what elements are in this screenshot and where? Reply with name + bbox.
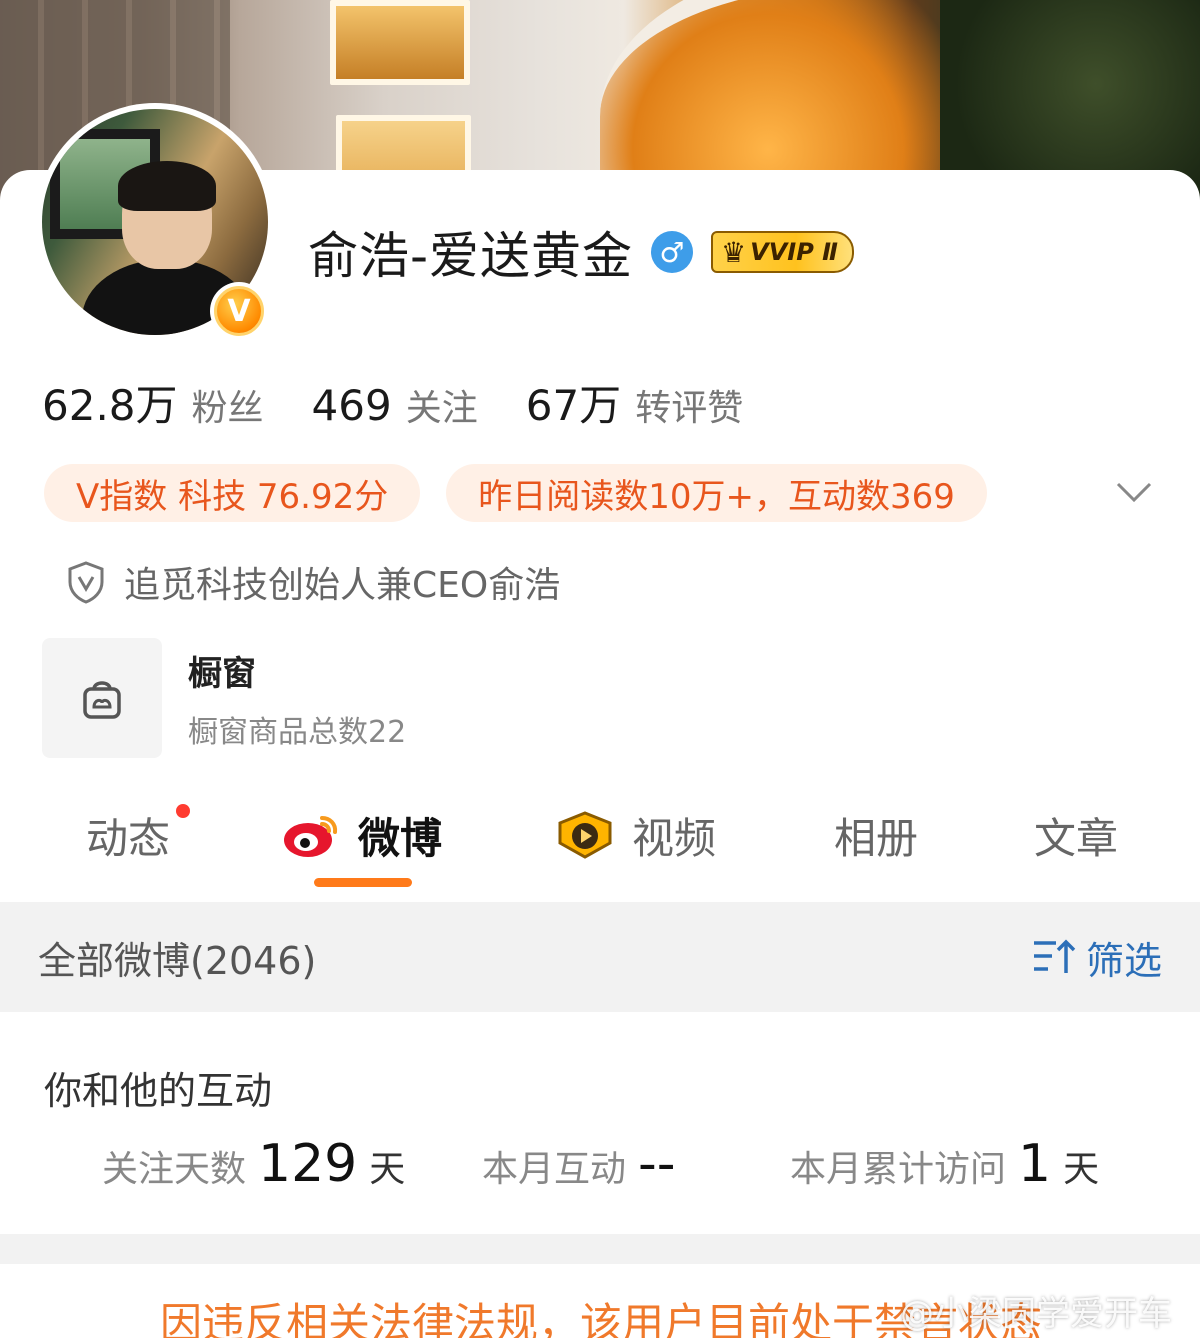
filter-label: 筛选 <box>1085 938 1162 983</box>
watermark: @小梁同学爱开车 <box>900 1294 1172 1334</box>
interaction-month-activity: 本月互动 -- <box>482 1134 676 1194</box>
tab-label: 相册 <box>834 813 919 863</box>
stat-label: 关注 <box>405 388 478 429</box>
tab-dynamics[interactable]: 动态 <box>86 790 190 880</box>
interaction-label: 本月累计访问 <box>790 1149 1007 1190</box>
section-divider <box>0 1234 1200 1264</box>
v-index-chip[interactable]: V指数 科技 76.92分 <box>44 464 421 522</box>
reading-stats-chip[interactable]: 昨日阅读数10万+，互动数369 <box>446 464 987 522</box>
shopping-bag-icon <box>83 681 121 719</box>
tab-label: 视频 <box>632 813 717 863</box>
avatar-hair <box>118 161 216 211</box>
stats-row: 62.8万 粉丝 469 关注 67万 转评赞 <box>42 372 791 433</box>
shop-window[interactable]: 橱窗 橱窗商品总数22 <box>42 638 406 758</box>
profile-tabs: 动态 微博 视频 相册 文章 <box>0 790 1200 890</box>
stat-value: 469 <box>311 381 392 430</box>
stat-label: 转评赞 <box>635 388 744 429</box>
tab-label: 文章 <box>1034 813 1119 863</box>
tab-label: 微博 <box>358 813 443 863</box>
active-tab-indicator <box>314 878 412 887</box>
filter-button[interactable]: 筛选 <box>1032 930 1162 985</box>
interaction-section: 你和他的互动 关注天数 129 天 本月互动 -- 本月累计访问 1 天 <box>0 1012 1200 1234</box>
interaction-value: 129 <box>258 1134 358 1194</box>
verified-badge-label: V <box>214 286 264 336</box>
gender-male-icon: ♂ <box>651 231 694 273</box>
interaction-unit: 天 <box>369 1149 406 1190</box>
weibo-icon <box>284 816 338 857</box>
interaction-month-visits: 本月累计访问 1 天 <box>790 1134 1099 1194</box>
info-chips: V指数 科技 76.92分 昨日阅读数10万+，互动数369 <box>44 464 987 522</box>
shop-text: 橱窗 橱窗商品总数22 <box>188 646 406 751</box>
interaction-value: -- <box>638 1134 676 1194</box>
interaction-value: 1 <box>1018 1134 1052 1194</box>
name-row: 俞浩-爱送黄金 ♂ ♛ VVIP Ⅱ <box>308 220 854 285</box>
verification-row: 追觅科技创始人兼CEO俞浩 <box>66 556 560 608</box>
shield-v-icon <box>68 561 104 604</box>
shop-icon-box <box>42 638 162 758</box>
unread-dot <box>176 804 190 818</box>
stat-value: 67万 <box>525 381 622 430</box>
interaction-follow-days: 关注天数 129 天 <box>102 1134 405 1194</box>
tab-video[interactable]: 视频 <box>554 790 716 880</box>
interaction-label: 关注天数 <box>102 1149 247 1190</box>
crown-icon: ♛ <box>721 235 747 269</box>
stat-following[interactable]: 469 关注 <box>312 379 478 431</box>
stat-label: 粉丝 <box>191 388 264 429</box>
tab-label: 动态 <box>86 813 171 863</box>
verification-text: 追觅科技创始人兼CEO俞浩 <box>124 565 561 606</box>
interaction-unit: 天 <box>1063 1149 1100 1190</box>
stat-value: 62.8万 <box>42 381 178 430</box>
feed-header: 全部微博(2046) 筛选 <box>0 902 1200 1012</box>
all-posts-label[interactable]: 全部微博(2046) <box>38 930 316 985</box>
verified-badge: V <box>210 282 268 340</box>
tab-articles[interactable]: 文章 <box>1034 790 1118 880</box>
interaction-title: 你和他的互动 <box>44 1069 273 1113</box>
user-name: 俞浩-爱送黄金 <box>308 227 634 285</box>
stat-reposts-likes[interactable]: 67万 转评赞 <box>526 372 743 433</box>
cover-window <box>330 0 470 85</box>
tab-weibo[interactable]: 微博 <box>282 790 442 880</box>
vvip-badge[interactable]: ♛ VVIP Ⅱ <box>711 231 854 273</box>
filter-sort-icon <box>1033 939 1076 973</box>
stat-fans[interactable]: 62.8万 粉丝 <box>42 372 264 433</box>
vvip-label: VVIP Ⅱ <box>750 238 838 266</box>
video-play-icon <box>558 811 612 859</box>
chevron-down-icon[interactable] <box>1112 470 1156 514</box>
interaction-label: 本月互动 <box>482 1149 627 1190</box>
shop-title: 橱窗 <box>188 653 256 694</box>
shop-subtitle: 橱窗商品总数22 <box>188 714 407 750</box>
tab-album[interactable]: 相册 <box>834 790 918 880</box>
